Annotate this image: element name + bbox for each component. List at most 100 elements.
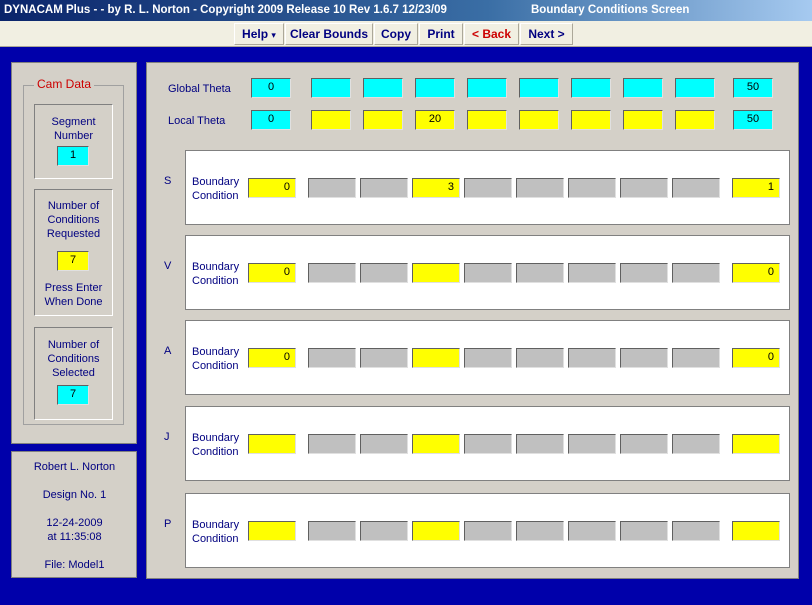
bc-cell-j[interactable] — [412, 434, 460, 454]
clear-bounds-button[interactable]: Clear Bounds — [285, 23, 373, 45]
bc-cell-a[interactable]: 0 — [732, 348, 780, 368]
bc-cell-s[interactable]: 0 — [248, 178, 296, 198]
bc-cell-v — [308, 263, 356, 283]
bc-row-j: Boundary Condition — [185, 406, 790, 481]
screen-name: Boundary Conditions Screen — [531, 4, 690, 16]
local-theta-cell[interactable]: 20 — [415, 110, 455, 130]
title-bar: DYNACAM Plus - - by R. L. Norton - Copyr… — [0, 0, 812, 21]
bc-cell-v — [516, 263, 564, 283]
bc-cell-p — [516, 521, 564, 541]
toolbar: Help ▾ Clear Bounds Copy Print < Back Ne… — [0, 21, 812, 47]
row-letter-j: J — [164, 431, 170, 443]
global-theta-cell[interactable] — [311, 78, 351, 98]
conditions-requested-box: Number of Conditions Requested 7 Press E… — [34, 189, 113, 316]
global-theta-cell[interactable]: 50 — [733, 78, 773, 98]
bc-cell-p — [672, 521, 720, 541]
global-theta-cell[interactable] — [363, 78, 403, 98]
window-title: DYNACAM Plus - - by R. L. Norton - Copyr… — [4, 4, 447, 16]
segment-number-value[interactable]: 1 — [57, 146, 89, 166]
bc-cell-s — [620, 178, 668, 198]
conditions-selected-label: Number of Conditions Selected — [47, 339, 100, 379]
global-theta-cell[interactable] — [467, 78, 507, 98]
local-theta-cell[interactable] — [311, 110, 351, 130]
bc-cell-a — [568, 348, 616, 368]
bc-cell-v — [672, 263, 720, 283]
global-theta-cell[interactable] — [415, 78, 455, 98]
bc-row-p: Boundary Condition — [185, 493, 790, 568]
local-theta-cell[interactable]: 0 — [251, 110, 291, 130]
design-time: at 11:35:08 — [47, 531, 102, 543]
bc-cell-j — [620, 434, 668, 454]
bc-row-s: Boundary Condition 0 3 1 — [185, 150, 790, 225]
boundary-condition-label: Boundary Condition — [192, 346, 240, 372]
bc-cell-p[interactable] — [248, 521, 296, 541]
next-button[interactable]: Next > — [520, 23, 573, 45]
segment-number-box: Segment Number 1 — [34, 104, 113, 179]
local-theta-cell[interactable] — [467, 110, 507, 130]
help-button[interactable]: Help ▾ — [234, 23, 284, 45]
row-letter-s: S — [164, 175, 172, 187]
conditions-selected-box: Number of Conditions Selected 7 — [34, 327, 113, 420]
bc-cell-s — [568, 178, 616, 198]
bc-cell-s — [308, 178, 356, 198]
copy-button[interactable]: Copy — [374, 23, 418, 45]
segment-number-label: Segment Number — [51, 116, 96, 142]
print-button[interactable]: Print — [419, 23, 463, 45]
bc-cell-a[interactable] — [412, 348, 460, 368]
bc-cell-a — [620, 348, 668, 368]
boundary-condition-label: Boundary Condition — [192, 432, 240, 458]
conditions-requested-input[interactable]: 7 — [57, 251, 89, 271]
press-enter-hint: Press Enter When Done — [44, 282, 103, 308]
bc-cell-s — [360, 178, 408, 198]
bc-cell-j — [464, 434, 512, 454]
cam-data-panel: Cam Data Segment Number 1 Number of Cond… — [11, 62, 137, 444]
local-theta-cell[interactable] — [363, 110, 403, 130]
bc-cell-j — [360, 434, 408, 454]
global-theta-cell[interactable] — [571, 78, 611, 98]
bc-cell-s — [464, 178, 512, 198]
conditions-selected-value: 7 — [57, 385, 89, 405]
bc-cell-j[interactable] — [732, 434, 780, 454]
info-content: Robert L. Norton Design No. 1 12-24-2009… — [26, 452, 123, 577]
help-label: Help — [242, 27, 269, 41]
design-date: 12-24-2009 — [46, 517, 103, 529]
bc-cell-a — [516, 348, 564, 368]
bc-cell-s[interactable]: 3 — [412, 178, 460, 198]
local-theta-cell[interactable] — [623, 110, 663, 130]
file-name: File: Model1 — [44, 559, 105, 571]
bc-cell-v[interactable] — [412, 263, 460, 283]
author-name: Robert L. Norton — [33, 461, 116, 473]
global-theta-cell[interactable] — [675, 78, 715, 98]
bc-cell-p — [620, 521, 668, 541]
bc-cell-a — [464, 348, 512, 368]
conditions-requested-label: Number of Conditions Requested — [46, 200, 101, 240]
bc-cell-j[interactable] — [248, 434, 296, 454]
bc-cell-p[interactable] — [732, 521, 780, 541]
bc-row-v: Boundary Condition 0 0 — [185, 235, 790, 310]
bc-cell-v — [360, 263, 408, 283]
local-theta-label: Local Theta — [168, 115, 226, 127]
bc-cell-p[interactable] — [412, 521, 460, 541]
global-theta-cell[interactable]: 0 — [251, 78, 291, 98]
bc-cell-v[interactable]: 0 — [732, 263, 780, 283]
bc-cell-j — [568, 434, 616, 454]
bc-cell-v[interactable]: 0 — [248, 263, 296, 283]
info-panel: Robert L. Norton Design No. 1 12-24-2009… — [11, 451, 137, 578]
global-theta-cell[interactable] — [623, 78, 663, 98]
bc-cell-j — [672, 434, 720, 454]
local-theta-cell[interactable]: 50 — [733, 110, 773, 130]
bc-cell-a — [308, 348, 356, 368]
design-number: Design No. 1 — [42, 489, 107, 501]
bc-cell-s[interactable]: 1 — [732, 178, 780, 198]
boundary-condition-label: Boundary Condition — [192, 176, 240, 202]
global-theta-cell[interactable] — [519, 78, 559, 98]
bc-cell-p — [568, 521, 616, 541]
local-theta-cell[interactable] — [571, 110, 611, 130]
local-theta-cell[interactable] — [675, 110, 715, 130]
cam-data-legend: Cam Data — [34, 77, 95, 91]
bc-cell-a[interactable]: 0 — [248, 348, 296, 368]
back-button[interactable]: < Back — [464, 23, 519, 45]
boundary-condition-label: Boundary Condition — [192, 519, 240, 545]
bc-cell-p — [464, 521, 512, 541]
local-theta-cell[interactable] — [519, 110, 559, 130]
